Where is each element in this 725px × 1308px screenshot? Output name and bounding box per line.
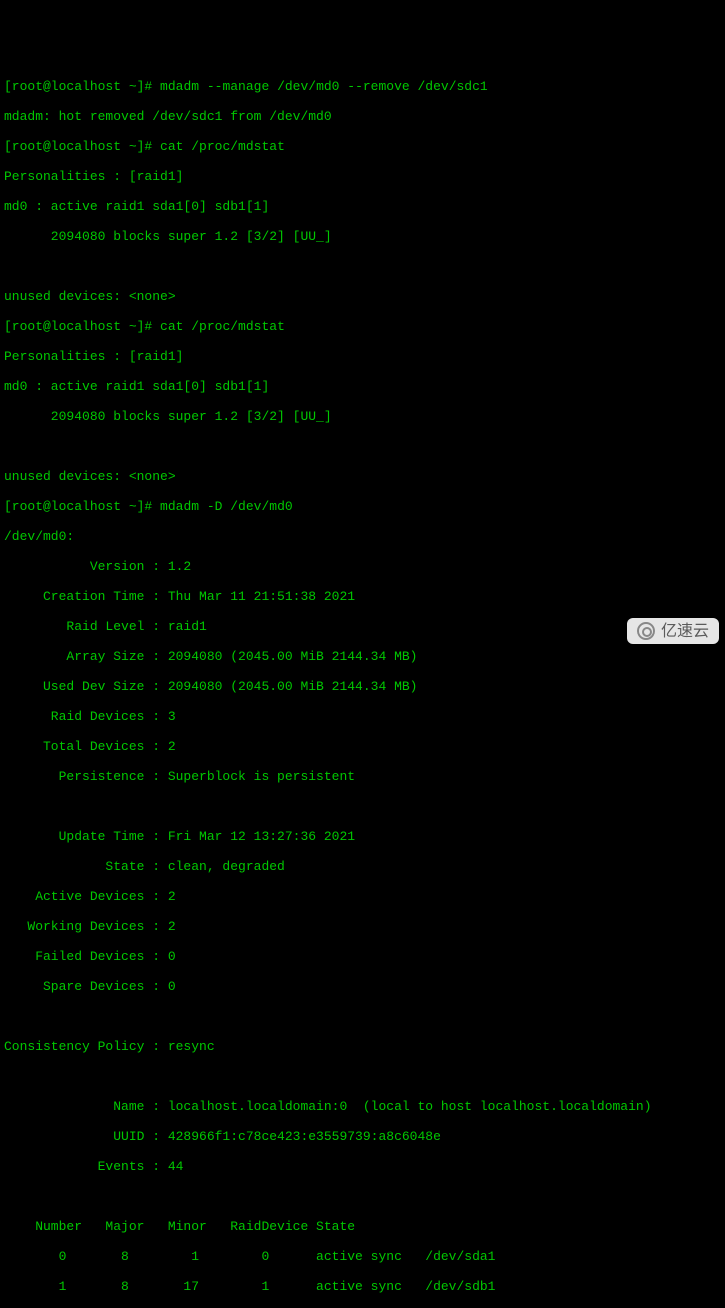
output-line: Update Time : Fri Mar 12 13:27:36 2021 <box>4 829 721 844</box>
output-line: 2094080 blocks super 1.2 [3/2] [UU_] <box>4 229 721 244</box>
prompt-line: [root@localhost ~]# mdadm --manage /dev/… <box>4 79 721 94</box>
output-line: Array Size : 2094080 (2045.00 MiB 2144.3… <box>4 649 721 664</box>
output-line: 2094080 blocks super 1.2 [3/2] [UU_] <box>4 409 721 424</box>
command: mdadm --manage /dev/md0 --remove /dev/sd… <box>160 79 488 94</box>
blank-line <box>4 439 721 454</box>
output-line: /dev/md0: <box>4 529 721 544</box>
blank-line <box>4 259 721 274</box>
command: cat /proc/mdstat <box>160 139 285 154</box>
output-line: Spare Devices : 0 <box>4 979 721 994</box>
output-line: Personalities : [raid1] <box>4 349 721 364</box>
output-line: md0 : active raid1 sda1[0] sdb1[1] <box>4 379 721 394</box>
prompt: [root@localhost ~]# <box>4 499 152 514</box>
prompt-line: [root@localhost ~]# mdadm -D /dev/md0 <box>4 499 721 514</box>
table-row: 1 8 17 1 active sync /dev/sdb1 <box>4 1279 721 1294</box>
output-line: Personalities : [raid1] <box>4 169 721 184</box>
prompt-line: [root@localhost ~]# cat /proc/mdstat <box>4 139 721 154</box>
output-line: Consistency Policy : resync <box>4 1039 721 1054</box>
table-header: Number Major Minor RaidDevice State <box>4 1219 721 1234</box>
output-line: UUID : 428966f1:c78ce423:e3559739:a8c604… <box>4 1129 721 1144</box>
output-line: Raid Level : raid1 <box>4 619 721 634</box>
table-row: 0 8 1 0 active sync /dev/sda1 <box>4 1249 721 1264</box>
output-line: Used Dev Size : 2094080 (2045.00 MiB 214… <box>4 679 721 694</box>
output-line: mdadm: hot removed /dev/sdc1 from /dev/m… <box>4 109 721 124</box>
prompt: [root@localhost ~]# <box>4 139 152 154</box>
output-line: unused devices: <none> <box>4 289 721 304</box>
prompt: [root@localhost ~]# <box>4 319 152 334</box>
watermark-badge: 亿速云 <box>627 618 719 644</box>
prompt-line: [root@localhost ~]# cat /proc/mdstat <box>4 319 721 334</box>
output-line: Failed Devices : 0 <box>4 949 721 964</box>
output-line: Persistence : Superblock is persistent <box>4 769 721 784</box>
output-line: Raid Devices : 3 <box>4 709 721 724</box>
command: mdadm -D /dev/md0 <box>160 499 293 514</box>
command: cat /proc/mdstat <box>160 319 285 334</box>
output-line: Name : localhost.localdomain:0 (local to… <box>4 1099 721 1114</box>
output-line: Events : 44 <box>4 1159 721 1174</box>
output-line: Working Devices : 2 <box>4 919 721 934</box>
output-line: md0 : active raid1 sda1[0] sdb1[1] <box>4 199 721 214</box>
output-line: Version : 1.2 <box>4 559 721 574</box>
watermark-text: 亿速云 <box>661 624 709 639</box>
output-line: unused devices: <none> <box>4 469 721 484</box>
output-line: Active Devices : 2 <box>4 889 721 904</box>
terminal-output: [root@localhost ~]# mdadm --manage /dev/… <box>4 64 721 1308</box>
output-line: Total Devices : 2 <box>4 739 721 754</box>
blank-line <box>4 1069 721 1084</box>
blank-line <box>4 799 721 814</box>
prompt: [root@localhost ~]# <box>4 79 152 94</box>
logo-icon <box>637 622 655 640</box>
output-line: State : clean, degraded <box>4 859 721 874</box>
blank-line <box>4 1009 721 1024</box>
output-line: Creation Time : Thu Mar 11 21:51:38 2021 <box>4 589 721 604</box>
blank-line <box>4 1189 721 1204</box>
